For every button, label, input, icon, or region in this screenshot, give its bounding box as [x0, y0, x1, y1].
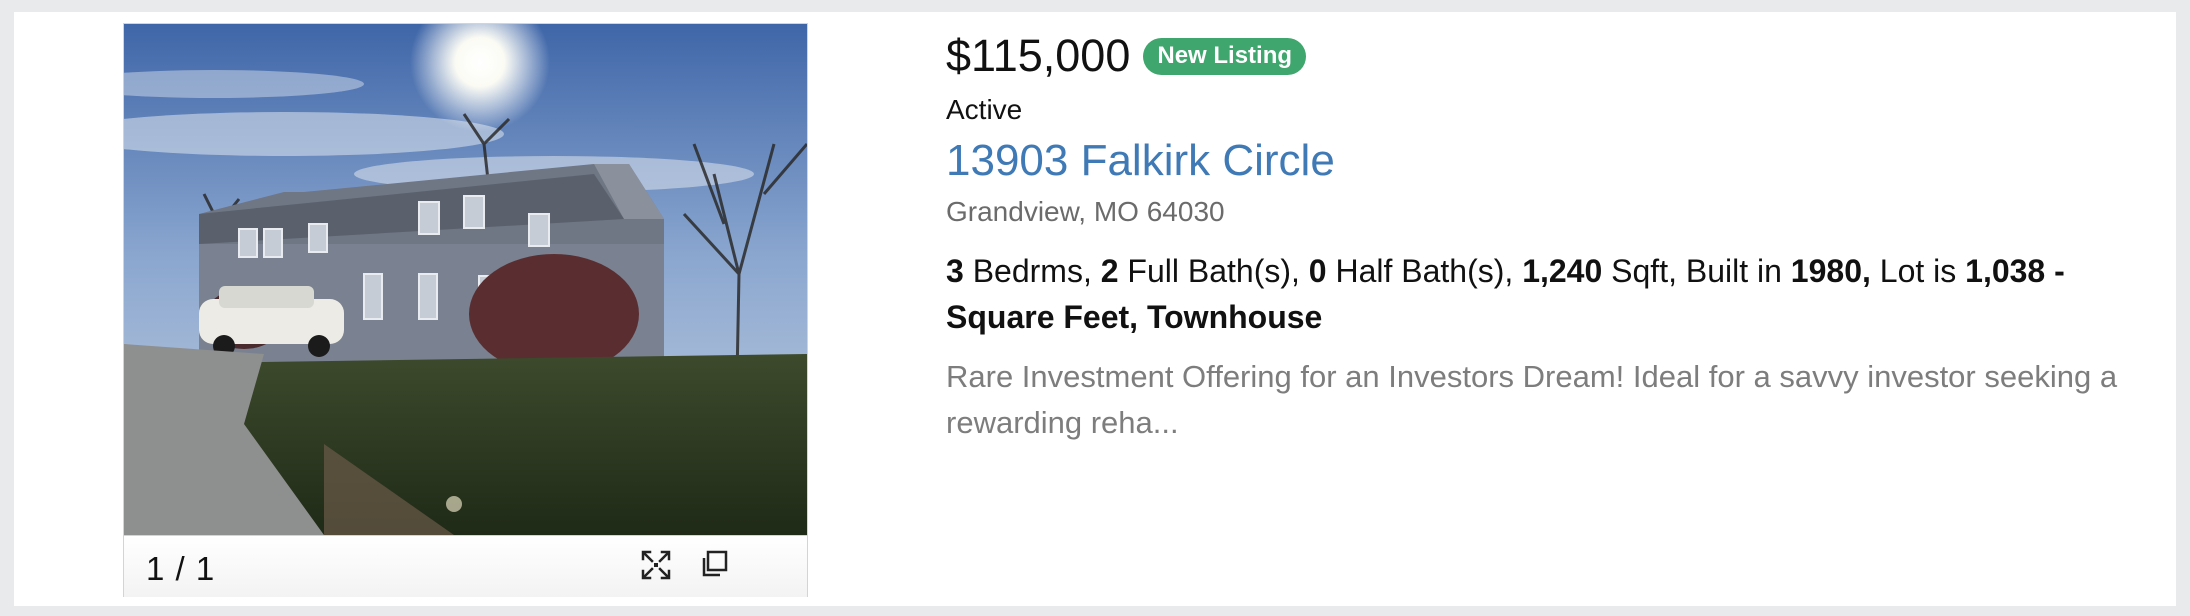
- listing-description: Rare Investment Offering for an Investor…: [946, 359, 2118, 440]
- gallery-toolbar: 1 / 1: [124, 535, 807, 597]
- property-photo[interactable]: [124, 24, 807, 535]
- popout-icon[interactable]: [699, 549, 729, 579]
- beds-label: Bedrms,: [963, 253, 1101, 289]
- price-row: $115,000 New Listing: [946, 28, 2156, 84]
- fullscreen-icon[interactable]: [640, 549, 672, 581]
- photo-counter: 1 / 1: [146, 550, 216, 587]
- listing-status: Active: [946, 94, 1023, 125]
- listing-details: $115,000 New Listing Active 13903 Falkir…: [946, 28, 2156, 446]
- lot-label: Lot is: [1870, 253, 1966, 289]
- property-facts: 3 Bedrms, 2 Full Bath(s), 0 Half Bath(s)…: [946, 248, 2146, 340]
- half-baths-value: 0: [1308, 253, 1327, 289]
- photo-gallery: 1 / 1: [123, 23, 808, 597]
- beds-value: 3: [946, 253, 964, 289]
- year-built-value: 1980,: [1790, 253, 1871, 289]
- half-baths-label: Half Bath(s),: [1326, 253, 1523, 289]
- listing-price: $115,000: [946, 30, 1131, 81]
- new-listing-badge: New Listing: [1143, 37, 1307, 75]
- listing-card: 1 / 1 $115,000 New Listing Active 13903 …: [14, 12, 2176, 606]
- address-link[interactable]: 13903 Falkirk Circle: [946, 136, 2156, 186]
- sqft-label: Sqft, Built in: [1602, 253, 1791, 289]
- full-baths-value: 2: [1100, 253, 1119, 289]
- full-baths-label: Full Bath(s),: [1118, 253, 1309, 289]
- city-state-zip: Grandview, MO 64030: [946, 196, 1225, 227]
- sqft-value: 1,240: [1522, 253, 1603, 289]
